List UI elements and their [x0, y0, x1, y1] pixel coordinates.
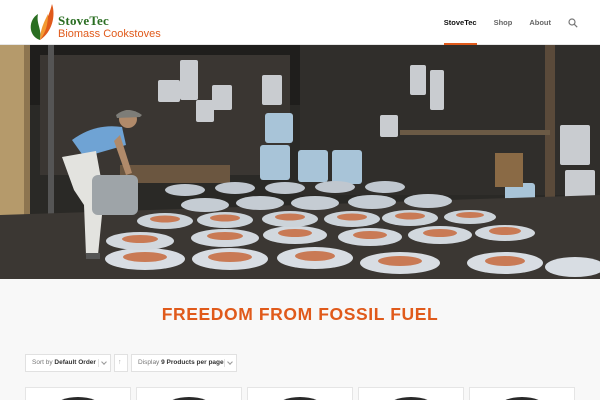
leaf-flame-icon — [30, 4, 54, 40]
sort-direction-button[interactable]: ↑ — [114, 354, 128, 372]
product-card[interactable] — [358, 387, 464, 400]
nav-item-stovetec[interactable]: StoveTec — [443, 0, 477, 45]
sort-value: Default Order — [54, 359, 96, 366]
product-card[interactable] — [247, 387, 353, 400]
nav-item-about[interactable]: About — [529, 0, 551, 45]
shop-content: FREEDOM FROM FOSSIL FUEL Sort by Default… — [0, 279, 600, 400]
arrow-up-icon: ↑ — [118, 359, 122, 366]
sort-prefix: Sort by — [32, 359, 53, 366]
main-nav: StoveTec Shop About — [427, 0, 578, 45]
chevron-down-icon — [98, 359, 106, 367]
product-card[interactable] — [25, 387, 131, 400]
page-headline: FREEDOM FROM FOSSIL FUEL — [161, 304, 439, 324]
nav-item-shop[interactable]: Shop — [494, 0, 513, 45]
site-header: StoveTec Biomass Cookstoves StoveTec Sho… — [0, 0, 600, 45]
products-per-page-select[interactable]: Display 9 Products per page — [131, 354, 237, 372]
display-value: 9 Products per page — [161, 359, 224, 366]
brand-logo[interactable]: StoveTec Biomass Cookstoves — [26, 2, 161, 42]
search-icon[interactable] — [568, 17, 578, 28]
product-card[interactable] — [136, 387, 242, 400]
sort-select[interactable]: Sort by Default Order — [25, 354, 111, 372]
chevron-down-icon — [224, 359, 232, 367]
brand-name: StoveTec — [58, 13, 109, 28]
workshop-stoves-illustration — [0, 45, 600, 279]
display-prefix: Display — [138, 359, 160, 366]
product-card[interactable] — [469, 387, 575, 400]
hero-photo — [0, 45, 600, 279]
brand-tagline: Biomass Cookstoves — [58, 28, 161, 40]
